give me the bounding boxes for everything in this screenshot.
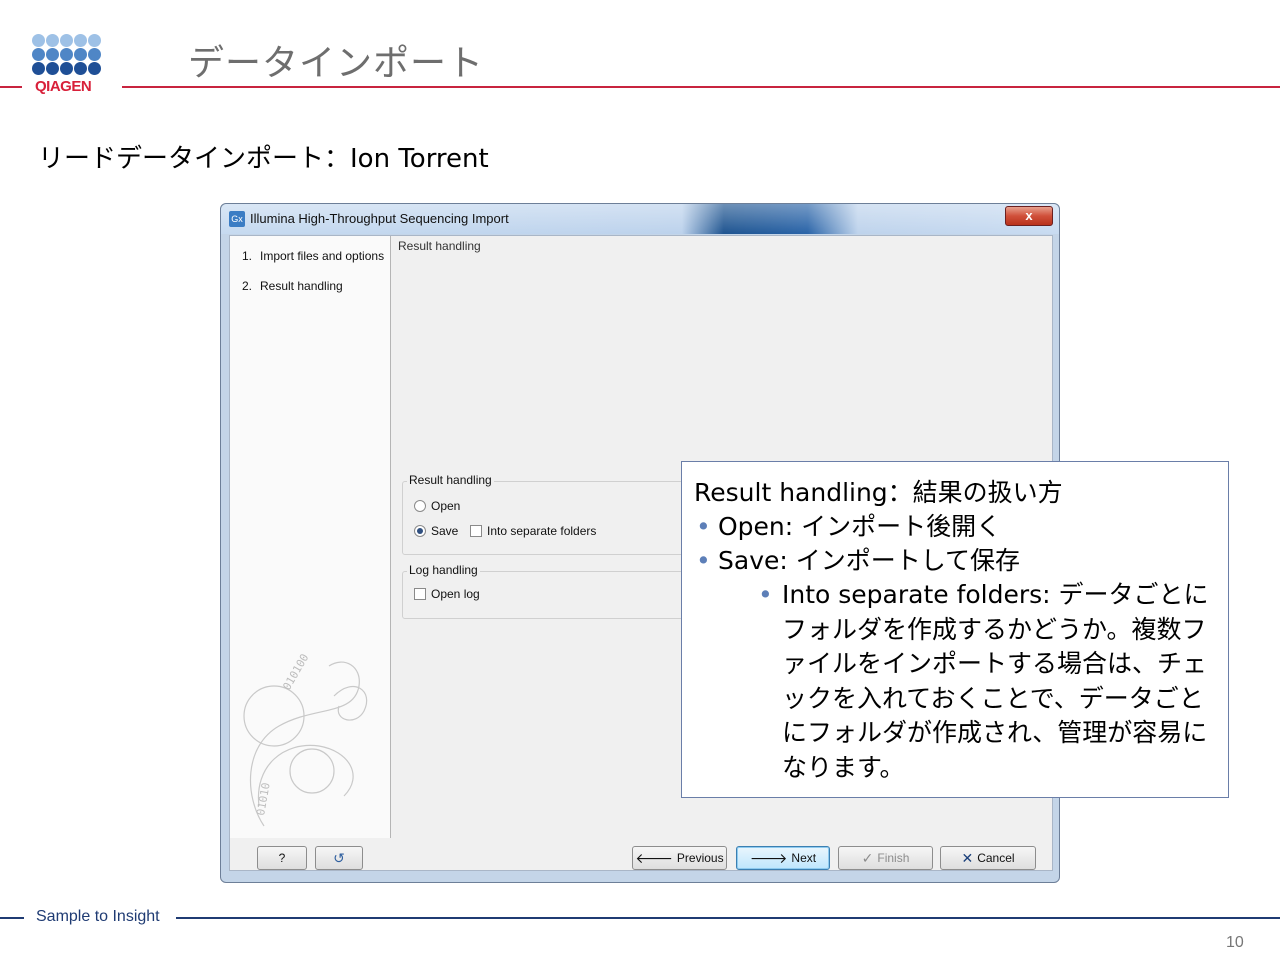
open-radio-label: Open [431, 499, 461, 513]
cancel-button[interactable]: ✕ Cancel [940, 846, 1036, 870]
help-icon: ? [278, 851, 286, 865]
group-legend: Log handling [407, 563, 480, 577]
decorative-swirl-icon: 010100 01010 [243, 652, 368, 827]
dialog-titlebar[interactable]: Gx Illumina High-Throughput Sequencing I… [221, 204, 1059, 234]
step-number: 2. [242, 279, 253, 293]
footer-rule-left [0, 917, 24, 919]
svg-text:010100: 010100 [280, 652, 311, 693]
wizard-steps: 1. Import files and options 2. Result hand… [230, 236, 391, 838]
close-button[interactable]: x [1005, 206, 1053, 226]
cancel-x-icon: ✕ [961, 850, 974, 866]
logo-dot [74, 48, 87, 61]
separate-folders-label: Into separate folders [487, 524, 597, 538]
open-radio[interactable]: Open [414, 499, 460, 513]
logo-dot [88, 62, 101, 75]
page-number: 10 [1226, 934, 1244, 951]
radio-indicator[interactable] [414, 525, 426, 537]
cancel-label: Cancel [977, 851, 1015, 865]
dialog-footer: ? ↺ 🡐 Previous 🡒 Next ✓ Finish ✕ Cancel [230, 838, 1052, 870]
slide-title: データインポート [188, 43, 485, 84]
step-label: Import files and options [260, 249, 385, 263]
footer-rule [176, 917, 1280, 919]
next-label: Next [791, 851, 817, 865]
undo-icon: ↺ [333, 850, 345, 866]
svg-text:01010: 01010 [254, 782, 273, 817]
logo-dot [32, 48, 45, 61]
callout-heading: Result handling：結果の扱い方 [694, 478, 1063, 507]
logo-dot [46, 34, 59, 47]
logo-dot [46, 48, 59, 61]
arrow-left-icon: 🡐 [635, 850, 673, 866]
logo-wordmark: QIAGEN [35, 78, 92, 95]
help-button[interactable]: ? [257, 846, 307, 870]
qiagen-logo: QIAGEN [32, 34, 112, 96]
save-radio[interactable]: Save [414, 524, 458, 538]
app-icon: Gx [229, 211, 245, 227]
reset-button[interactable]: ↺ [315, 846, 363, 870]
radio-indicator[interactable] [414, 500, 426, 512]
dialog-title: Illumina High-Throughput Sequencing Impo… [250, 211, 509, 226]
callout-sub-item-folders: Into separate folders: データごとにフォルダを作成するかど… [758, 578, 1216, 785]
callout-item-open: Open: インポート後開く [694, 510, 1216, 544]
logo-dots [32, 34, 112, 76]
checkbox-indicator[interactable] [470, 525, 482, 537]
logo-dot [88, 34, 101, 47]
checkmark-icon: ✓ [861, 850, 874, 866]
logo-dot [46, 62, 59, 75]
next-button[interactable]: 🡒 Next [736, 846, 830, 870]
separate-folders-checkbox[interactable]: Into separate folders [470, 524, 596, 538]
close-icon: x [1025, 208, 1033, 223]
header-rule [122, 86, 1280, 88]
logo-dot [60, 62, 73, 75]
logo-dot [60, 48, 73, 61]
group-legend: Result handling [407, 473, 494, 487]
logo-dot [74, 62, 87, 75]
save-radio-label: Save [431, 524, 459, 538]
step-number: 1. [242, 249, 253, 263]
header-rule-left [0, 86, 22, 88]
open-log-label: Open log [431, 587, 480, 601]
logo-dot [32, 34, 45, 47]
logo-dot [60, 34, 73, 47]
footer-tagline: Sample to Insight [36, 908, 160, 925]
previous-button[interactable]: 🡐 Previous [632, 846, 727, 870]
open-log-checkbox[interactable]: Open log [414, 587, 480, 601]
finish-button[interactable]: ✓ Finish [838, 846, 933, 870]
step-label: Result handling [260, 279, 343, 293]
explanation-callout: Result handling：結果の扱い方 Open: インポート後開く Sa… [681, 461, 1229, 798]
logo-dot [32, 62, 45, 75]
logo-dot [88, 48, 101, 61]
checkbox-indicator[interactable] [414, 588, 426, 600]
finish-label: Finish [877, 851, 910, 865]
arrow-right-icon: 🡒 [749, 850, 788, 866]
panel-title: Result handling [398, 239, 481, 253]
slide-subtitle: リードデータインポート：Ion Torrent [38, 144, 489, 174]
logo-dot [74, 34, 87, 47]
wizard-step-result-handling[interactable]: 2. Result handling [242, 279, 343, 293]
wizard-step-import[interactable]: 1. Import files and options [242, 249, 384, 263]
previous-label: Previous [676, 851, 724, 865]
callout-item-save: Save: インポートして保存 [694, 544, 1216, 578]
